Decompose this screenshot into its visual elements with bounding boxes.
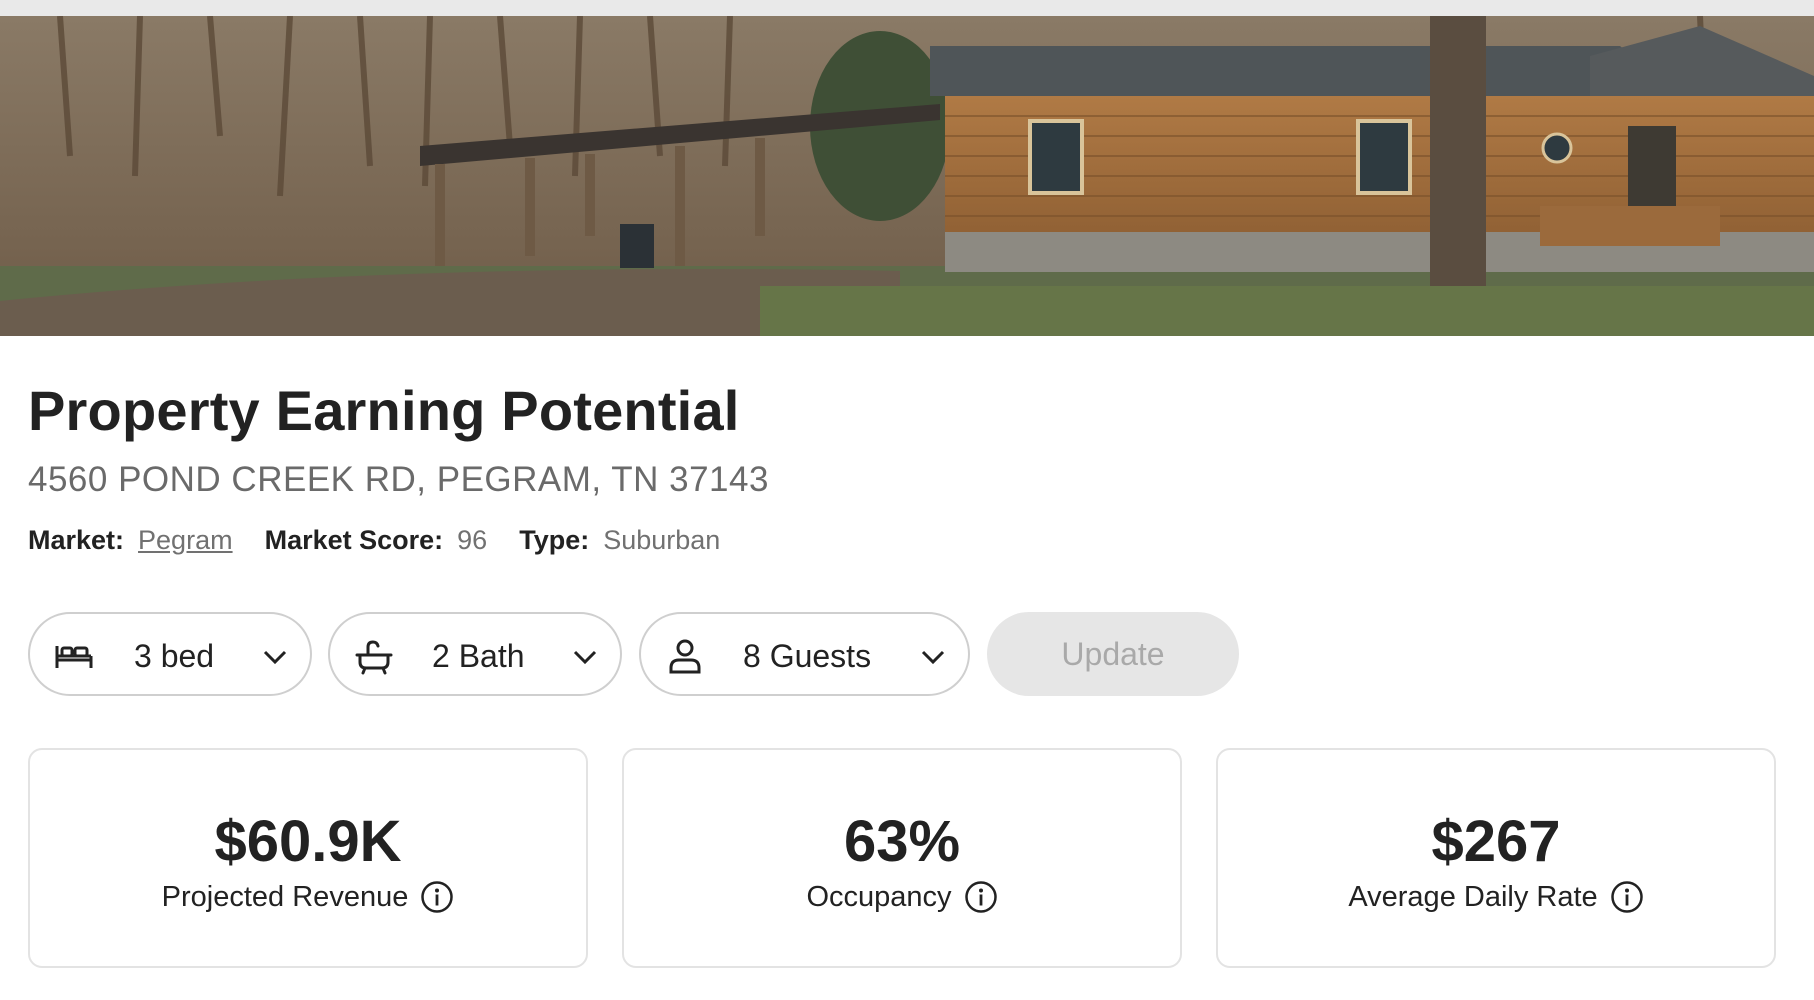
type-value: Suburban: [603, 525, 721, 555]
type-label: Type:: [519, 525, 590, 555]
metric-value: $60.9K: [214, 809, 402, 874]
info-icon[interactable]: [420, 880, 454, 914]
info-icon[interactable]: [964, 880, 998, 914]
update-button[interactable]: Update: [987, 612, 1239, 696]
market-link[interactable]: Pegram: [138, 525, 233, 556]
metric-label: Occupancy: [806, 880, 952, 913]
metric-label: Projected Revenue: [161, 880, 409, 913]
top-bar: [0, 0, 1814, 16]
metric-label: Average Daily Rate: [1348, 880, 1598, 913]
bedrooms-dropdown[interactable]: 3 bed: [28, 612, 312, 696]
bed-icon: [55, 646, 93, 668]
page-title: Property Earning Potential: [28, 379, 740, 442]
bathtub-icon: [355, 640, 393, 675]
market-score-value: 96: [457, 525, 488, 555]
chevron-down-icon: [263, 650, 287, 665]
metric-value: $267: [1431, 809, 1561, 874]
bathrooms-value: 2 Bath: [432, 638, 525, 674]
metric-card-projected-revenue: $60.9K Projected Revenue: [28, 748, 588, 968]
guests-dropdown[interactable]: 8 Guests: [639, 612, 970, 696]
chevron-down-icon: [921, 650, 945, 665]
metric-card-occupancy: 63% Occupancy: [622, 748, 1182, 968]
property-meta: Market: Pegram Market Score: 96 Type: Su…: [28, 525, 752, 556]
person-icon: [669, 639, 701, 674]
metric-value: 63%: [843, 809, 961, 874]
chevron-down-icon: [573, 650, 597, 665]
guests-value: 8 Guests: [743, 638, 872, 674]
bedrooms-value: 3 bed: [134, 638, 215, 674]
market-score-label: Market Score:: [264, 525, 444, 555]
metric-card-average-daily-rate: $267 Average Daily Rate: [1216, 748, 1776, 968]
bathrooms-dropdown[interactable]: 2 Bath: [328, 612, 622, 696]
property-photo: [0, 16, 1814, 336]
info-icon[interactable]: [1610, 880, 1644, 914]
market-label: Market:: [28, 525, 125, 555]
property-address: 4560 POND CREEK RD, PEGRAM, TN 37143: [28, 460, 769, 499]
